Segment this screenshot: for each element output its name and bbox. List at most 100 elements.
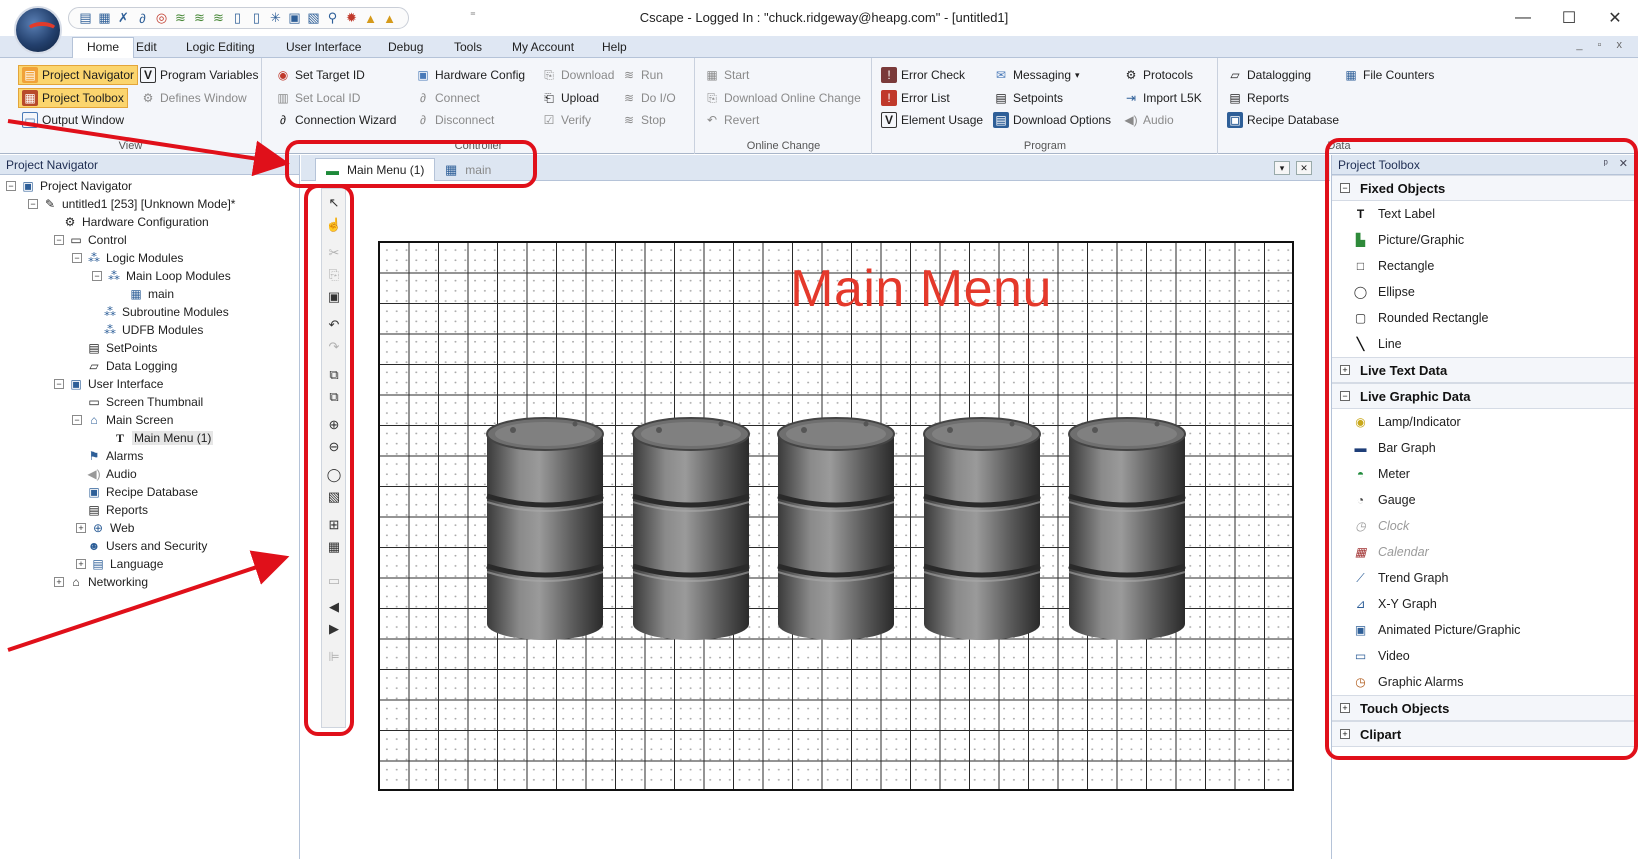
toolbox-item-text-label[interactable]: T Text Label [1332,201,1638,227]
toolbox-item-clock[interactable]: ◷ Clock [1332,513,1638,539]
cut-icon[interactable]: ✂ [324,243,344,263]
expand-icon[interactable]: + [1340,703,1350,713]
screen-title-text[interactable]: Main Menu [380,259,1292,319]
expand-icon[interactable]: + [54,577,64,587]
snap-grid-icon[interactable]: ▦ [324,537,344,557]
tree-item-users-and-security[interactable]: ☻ Users and Security [86,537,208,555]
pan-hand-icon[interactable]: ☝ [324,215,344,235]
output-window-button[interactable]: ▭ Output Window [22,110,124,130]
tree-item-untitled1[interactable]: − ✎ untitled1 [253] [Unknown Mode]* [28,195,235,213]
previous-screen-icon[interactable]: ◀ [324,597,344,617]
tree-item-main[interactable]: ▦ main [128,285,174,303]
tree-item-udfb-modules[interactable]: ⁂ UDFB Modules [102,321,203,339]
toolbox-item-picture-graphic[interactable]: ▙ Picture/Graphic [1332,227,1638,253]
verify-button[interactable]: ☑ Verify [541,110,591,130]
tree-item-project-navigator[interactable]: − ▣ Project Navigator [6,177,132,195]
maximize-button[interactable]: ☐ [1546,0,1592,36]
set-target-id-button[interactable]: ◉ Set Target ID [275,65,365,85]
tree-item-main-menu[interactable]: T Main Menu (1) [112,429,214,447]
toolbox-section-live-text-data[interactable]: + Live Text Data [1332,357,1638,383]
tree-item-main-loop-modules[interactable]: − ⁂ Main Loop Modules [92,267,231,285]
file-counters-button[interactable]: ▦ File Counters [1343,65,1434,85]
align-icon[interactable]: ⊫ [324,647,344,667]
tab-home[interactable]: Home [72,37,135,59]
toolbox-item-rounded-rectangle[interactable]: ▢ Rounded Rectangle [1332,305,1638,331]
tab-user-interface[interactable]: User Interface [284,38,363,58]
collapse-icon[interactable]: − [92,271,102,281]
barrel-graphic[interactable] [920,416,1044,642]
close-document-button[interactable]: ✕ [1296,161,1312,175]
screen-properties-icon[interactable]: ▭ [324,571,344,591]
expand-icon[interactable]: + [1340,729,1350,739]
collapse-icon[interactable]: − [1340,391,1350,401]
zoom-out-icon[interactable]: ⊖ [324,437,344,457]
error-check-button[interactable]: ! Error Check [881,65,965,85]
next-screen-icon[interactable]: ▶ [324,619,344,639]
doc-tab-main[interactable]: ▦ main [435,158,501,181]
panel-pin-close-controls[interactable]: ᵖ ✕ [265,157,293,170]
program-variables-button[interactable]: V Program Variables [140,65,258,85]
tree-item-web[interactable]: + ⊕ Web [76,519,134,537]
toolbox-item-gauge[interactable]: ◔ Gauge [1332,487,1638,513]
import-l5k-button[interactable]: ⇥ Import L5K [1123,88,1202,108]
collapse-icon[interactable]: − [1340,183,1350,193]
setpoints-button[interactable]: ▤ Setpoints [993,88,1063,108]
barrel-graphic[interactable] [629,416,753,642]
toolbox-section-fixed-objects[interactable]: − Fixed Objects [1332,175,1638,201]
toolbox-item-ellipse[interactable]: ◯ Ellipse [1332,279,1638,305]
recipe-database-button[interactable]: ▣ Recipe Database [1227,110,1339,130]
datalogging-button[interactable]: ▱ Datalogging [1227,65,1311,85]
bring-to-front-icon[interactable]: ⧉ [324,365,344,385]
tree-item-logic-modules[interactable]: − ⁂ Logic Modules [72,249,183,267]
tree-item-audio[interactable]: ◀) Audio [86,465,136,483]
tab-debug[interactable]: Debug [386,38,425,58]
error-list-button[interactable]: ! Error List [881,88,950,108]
defines-window-button[interactable]: ⚙ Defines Window [140,88,247,108]
upload-button[interactable]: ⎗ Upload [541,88,599,108]
tree-item-hardware-configuration[interactable]: ⚙ Hardware Configuration [62,213,209,231]
project-toolbox-button[interactable]: ▦ Project Toolbox [18,88,128,108]
toolbox-section-touch-objects[interactable]: + Touch Objects [1332,695,1638,721]
toolbox-item-line[interactable]: ╲ Line [1332,331,1638,357]
screen-canvas[interactable]: Main Menu [378,241,1294,791]
toolbox-item-x-y-graph[interactable]: ⊿ X-Y Graph [1332,591,1638,617]
tree-item-setpoints[interactable]: ▤ SetPoints [86,339,157,357]
send-to-back-icon[interactable]: ⧉ [324,387,344,407]
tab-help[interactable]: Help [600,38,629,58]
toolbox-item-animated-picture-graphic[interactable]: ▣ Animated Picture/Graphic [1332,617,1638,643]
stop-button[interactable]: ≋ Stop [621,110,666,130]
comment-icon[interactable]: ◯ [324,465,344,485]
toolbox-item-bar-graph[interactable]: ▬ Bar Graph [1332,435,1638,461]
element-usage-button[interactable]: V Element Usage [881,110,983,130]
collapse-icon[interactable]: − [54,379,64,389]
barrel-graphic[interactable] [483,416,607,642]
revert-button[interactable]: ↶ Revert [704,110,759,130]
tree-item-main-screen[interactable]: − ⌂ Main Screen [72,411,173,429]
expand-icon[interactable]: + [1340,365,1350,375]
app-menu-button[interactable] [14,6,62,54]
doc-tab-main-menu[interactable]: ▬ Main Menu (1) [315,158,436,181]
toolbox-item-video[interactable]: ▭ Video [1332,643,1638,669]
mdi-controls[interactable]: _ ▫ x [1576,39,1628,51]
toolbox-item-meter[interactable]: ◓ Meter [1332,461,1638,487]
zoom-in-icon[interactable]: ⊕ [324,415,344,435]
tree-item-screen-thumbnail[interactable]: ▭ Screen Thumbnail [86,393,203,411]
tree-item-recipe-database[interactable]: ▣ Recipe Database [86,483,198,501]
hardware-config-button[interactable]: ▣ Hardware Config [415,65,525,85]
toolbox-item-calendar[interactable]: ▦ Calendar [1332,539,1638,565]
do-io-button[interactable]: ≋ Do I/O [621,88,676,108]
messaging-button[interactable]: ✉ Messaging ▾ [993,65,1080,85]
grid-icon[interactable]: ⊞ [324,515,344,535]
paste-icon[interactable]: ▣ [324,287,344,307]
toolbox-item-trend-graph[interactable]: ⟋ Trend Graph [1332,565,1638,591]
collapse-icon[interactable]: − [28,199,38,209]
tab-my-account[interactable]: My Account [510,38,576,58]
protocols-button[interactable]: ⚙ Protocols [1123,65,1193,85]
barrel-graphic[interactable] [1065,416,1189,642]
tree-item-control[interactable]: − ▭ Control [54,231,127,249]
download-button[interactable]: ⎘ Download [541,65,614,85]
properties-icon[interactable]: ▧ [324,487,344,507]
toolbox-item-lamp-indicator[interactable]: ◉ Lamp/Indicator [1332,409,1638,435]
tree-item-alarms[interactable]: ⚑ Alarms [86,447,144,465]
toolbox-section-live-graphic-data[interactable]: − Live Graphic Data [1332,383,1638,409]
